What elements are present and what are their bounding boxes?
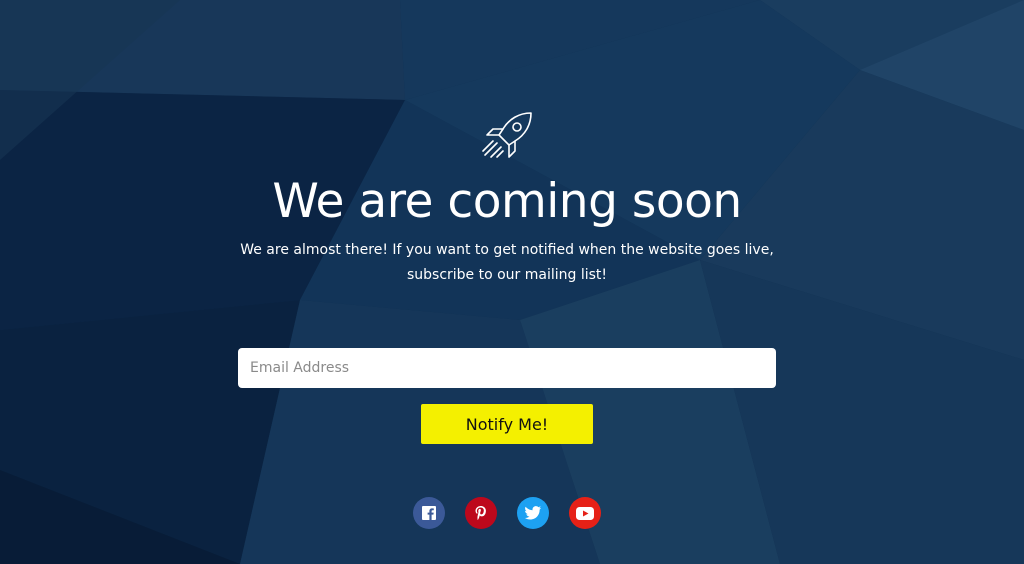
page-title: We are coming soon [272, 174, 742, 229]
pinterest-icon [475, 506, 486, 520]
rocket-icon [482, 112, 532, 158]
facebook-link[interactable] [413, 497, 445, 529]
page-description: We are almost there! If you want to get … [240, 242, 774, 283]
coming-soon-panel: We are coming soon We are almost there! … [0, 0, 1024, 564]
email-input[interactable] [238, 348, 776, 388]
twitter-icon [525, 506, 541, 520]
youtube-link[interactable] [569, 497, 601, 529]
pinterest-link[interactable] [465, 497, 497, 529]
facebook-icon [422, 506, 436, 520]
youtube-icon [576, 506, 594, 520]
twitter-link[interactable] [517, 497, 549, 529]
notify-button[interactable]: Notify Me! [421, 404, 593, 444]
